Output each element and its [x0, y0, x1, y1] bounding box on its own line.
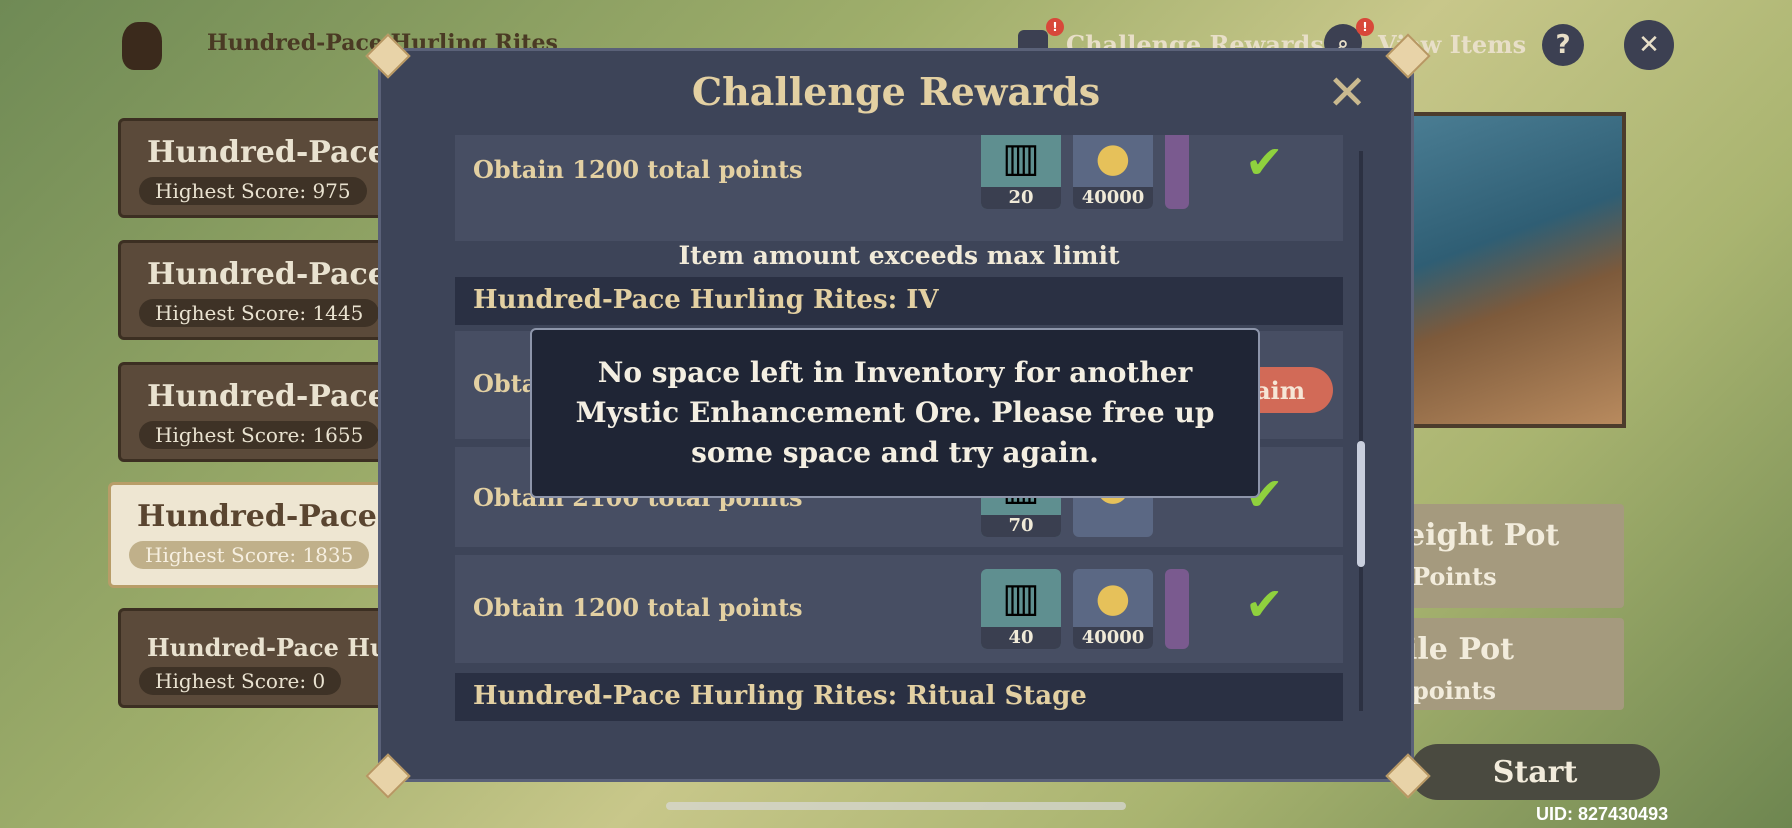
section-title: Hundred-Pace Hurling Rites: Ritual Stage — [473, 681, 1087, 711]
pot-option-2[interactable]: ile Pot points — [1406, 618, 1624, 710]
view-items-badge: ! — [1356, 18, 1374, 36]
reward-item-book[interactable]: ▥ 40 — [981, 569, 1061, 649]
modal-close-button[interactable]: ✕ — [1327, 69, 1367, 117]
start-button[interactable]: Start — [1410, 744, 1660, 800]
uid-label: UID: 827430493 — [1536, 804, 1669, 824]
reward-item-mora[interactable]: ● 40000 — [1073, 135, 1153, 209]
book-icon: ▥ — [1002, 135, 1040, 181]
limit-message: Item amount exceeds max limit — [678, 241, 1120, 270]
claimed-check-icon: ✔ — [1245, 577, 1284, 631]
modal-title: Challenge Rewards — [691, 69, 1101, 114]
reward-item-ore[interactable] — [1165, 135, 1189, 209]
reward-item-ore[interactable] — [1165, 569, 1189, 649]
stage-card-2[interactable]: Hundred-Pace Hurling Rites: II Highest S… — [118, 240, 675, 340]
claimed-check-icon: ✔ — [1245, 135, 1284, 189]
pot-points: Points — [1412, 562, 1497, 591]
help-button[interactable]: ? — [1542, 24, 1584, 66]
item-count: 40 — [981, 627, 1061, 649]
section-header-iv: Hundred-Pace Hurling Rites: IV — [455, 277, 1343, 325]
item-count: 70 — [981, 515, 1061, 537]
stage-score: Highest Score: 975 — [139, 177, 367, 205]
item-count: 20 — [981, 187, 1061, 209]
stage-card-1[interactable]: Hundred-Pace Hurling Rites: I Highest Sc… — [118, 118, 661, 218]
stage-score: Highest Score: 0 — [139, 667, 342, 695]
scrollbar-thumb[interactable] — [1357, 441, 1365, 567]
reward-row: Obtain 1200 total points ▥ 40 ● 40000 ✔ — [455, 555, 1343, 663]
reward-requirement: Obtain 1200 total points — [473, 593, 803, 622]
stage-score: Highest Score: 1655 — [139, 421, 380, 449]
pot-name: eight Pot — [1406, 518, 1560, 553]
challenge-rewards-badge: ! — [1046, 18, 1064, 36]
event-vase-icon — [122, 22, 162, 70]
pot-name: ile Pot — [1406, 632, 1514, 667]
mora-coin-icon: ● — [1095, 135, 1131, 181]
section-title: Hundred-Pace Hurling Rites: IV — [473, 285, 939, 315]
book-icon: ▥ — [1002, 575, 1040, 621]
item-count: 40000 — [1073, 627, 1153, 649]
close-event-button[interactable]: ✕ — [1624, 20, 1674, 70]
inventory-full-toast: No space left in Inventory for another M… — [530, 328, 1260, 498]
stage-preview-image — [1406, 112, 1626, 428]
reward-requirement: Obtain 1200 total points — [473, 155, 803, 184]
pot-points: points — [1412, 676, 1496, 705]
stage-card-4-selected[interactable]: Hundred-Pace Hurling Rites: IV Highest S… — [108, 482, 674, 588]
pot-option-1[interactable]: eight Pot Points — [1406, 504, 1624, 608]
reward-row: Obtain 1200 total points ▥ 20 ● 40000 ✔ — [455, 135, 1343, 241]
reward-item-mora[interactable]: ● 40000 — [1073, 569, 1153, 649]
stage-card-ritual[interactable]: Hundred-Pace Hurling Rites: Ritual Stage… — [118, 608, 714, 708]
stage-score: Highest Score: 1835 — [129, 541, 370, 569]
stage-score: Highest Score: 1445 — [139, 299, 380, 327]
home-indicator[interactable] — [666, 802, 1126, 810]
item-count: 40000 — [1073, 187, 1153, 209]
reward-item-book[interactable]: ▥ 20 — [981, 135, 1061, 209]
scrollbar-track[interactable] — [1359, 151, 1363, 711]
mora-coin-icon: ● — [1095, 575, 1131, 621]
section-header-ritual: Hundred-Pace Hurling Rites: Ritual Stage — [455, 673, 1343, 721]
stage-card-3[interactable]: Hundred-Pace Hurling Rites: III Highest … — [118, 362, 689, 462]
